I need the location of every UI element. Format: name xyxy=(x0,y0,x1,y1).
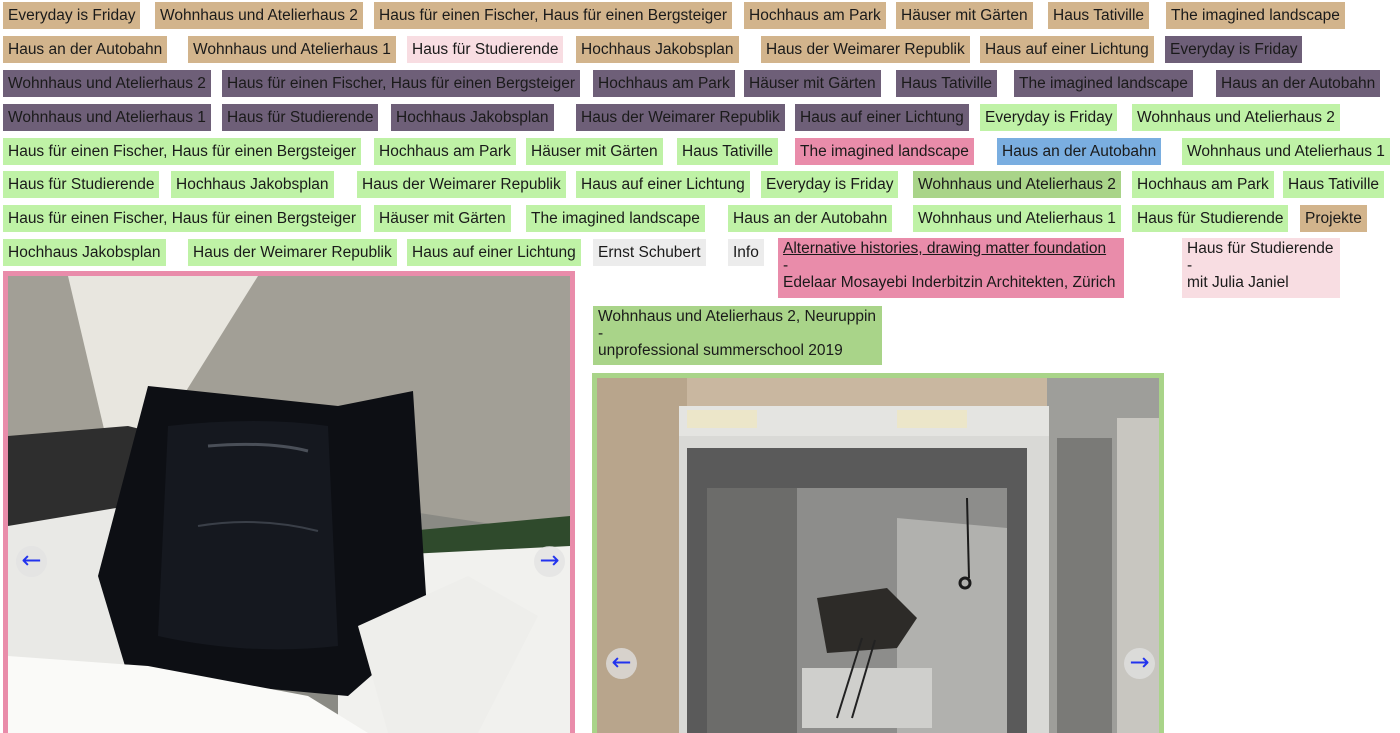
project-tag-hochhaus-jakobsplan[interactable]: Hochhaus Jakobsplan xyxy=(3,239,166,266)
project-tag-everyday-is-friday[interactable]: Everyday is Friday xyxy=(761,171,899,198)
caption-separator: - xyxy=(598,325,604,342)
slideshow-image-model-print xyxy=(597,378,1159,733)
project-tag-hochhaus-jakobsplan[interactable]: Hochhaus Jakobsplan xyxy=(576,36,739,63)
project-tag-projekte[interactable]: Projekte xyxy=(1300,205,1367,232)
project-tag-haus-der-weimarer-republik[interactable]: Haus der Weimarer Republik xyxy=(357,171,566,198)
project-tag-haeuser-mit-gaerten[interactable]: Häuser mit Gärten xyxy=(526,138,663,165)
project-tag-haeuser-mit-gaerten[interactable]: Häuser mit Gärten xyxy=(896,2,1033,29)
project-tag-info[interactable]: Info xyxy=(728,239,764,266)
project-tag-wohnhaus-und-atelierhaus-1[interactable]: Wohnhaus und Atelierhaus 1 xyxy=(188,36,396,63)
project-tag-haus-fuer-einen-fischer-haus-fuer-einen-bergsteiger[interactable]: Haus für einen Fischer, Haus für einen B… xyxy=(222,70,581,97)
caption-subtitle: mit Julia Janiel xyxy=(1187,274,1289,291)
project-tag-haus-auf-einer-lichtung[interactable]: Haus auf einer Lichtung xyxy=(407,239,581,266)
project-tag-everyday-is-friday[interactable]: Everyday is Friday xyxy=(1165,36,1303,63)
slideshow-left-prev-arrow[interactable]: ← xyxy=(16,546,47,577)
project-tag-wohnhaus-und-atelierhaus-1[interactable]: Wohnhaus und Atelierhaus 1 xyxy=(913,205,1121,232)
project-tag-haus-tativille[interactable]: Haus Tativille xyxy=(1283,171,1385,198)
project-tag-wohnhaus-und-atelierhaus-1[interactable]: Wohnhaus und Atelierhaus 1 xyxy=(1182,138,1390,165)
project-tag-haus-der-weimarer-republik[interactable]: Haus der Weimarer Republik xyxy=(761,36,970,63)
project-tag-haus-an-der-autobahn[interactable]: Haus an der Autobahn xyxy=(997,138,1162,165)
project-tag-the-imagined-landscape[interactable]: The imagined landscape xyxy=(1014,70,1193,97)
project-tag-hochhaus-jakobsplan[interactable]: Hochhaus Jakobsplan xyxy=(391,104,554,131)
project-tag-haus-fuer-einen-fischer-haus-fuer-einen-bergsteiger[interactable]: Haus für einen Fischer, Haus für einen B… xyxy=(3,205,362,232)
slideshow-left[interactable]: ← → xyxy=(3,271,575,733)
project-tag-haus-auf-einer-lichtung[interactable]: Haus auf einer Lichtung xyxy=(576,171,750,198)
project-tag-the-imagined-landscape[interactable]: The imagined landscape xyxy=(795,138,974,165)
project-tag-haus-tativille[interactable]: Haus Tativille xyxy=(677,138,779,165)
slideshow-right-prev-arrow[interactable]: ← xyxy=(606,648,637,679)
caption-title[interactable]: Haus für Studierende xyxy=(1187,240,1335,257)
project-tag-wohnhaus-und-atelierhaus-2[interactable]: Wohnhaus und Atelierhaus 2 xyxy=(913,171,1121,198)
project-tag-wohnhaus-und-atelierhaus-1[interactable]: Wohnhaus und Atelierhaus 1 xyxy=(3,104,211,131)
caption-subtitle: Edelaar Mosayebi Inderbitzin Architekten… xyxy=(783,274,1116,291)
project-caption-wohnhaus-neuruppin[interactable]: Wohnhaus und Atelierhaus 2, Neuruppin - … xyxy=(593,306,882,365)
caption-title[interactable]: Alternative histories, drawing matter fo… xyxy=(783,240,1119,257)
caption-separator: - xyxy=(1187,257,1193,274)
project-tag-wohnhaus-und-atelierhaus-2[interactable]: Wohnhaus und Atelierhaus 2 xyxy=(3,70,211,97)
project-tag-haus-fuer-studierende[interactable]: Haus für Studierende xyxy=(222,104,379,131)
project-tag-wohnhaus-und-atelierhaus-2[interactable]: Wohnhaus und Atelierhaus 2 xyxy=(1132,104,1340,131)
project-tag-haus-fuer-studierende[interactable]: Haus für Studierende xyxy=(407,36,564,63)
project-tag-haus-auf-einer-lichtung[interactable]: Haus auf einer Lichtung xyxy=(795,104,969,131)
project-tag-haus-tativille[interactable]: Haus Tativille xyxy=(1048,2,1150,29)
project-tag-haeuser-mit-gaerten[interactable]: Häuser mit Gärten xyxy=(744,70,881,97)
project-tag-everyday-is-friday[interactable]: Everyday is Friday xyxy=(980,104,1118,131)
project-tag-haus-auf-einer-lichtung[interactable]: Haus auf einer Lichtung xyxy=(980,36,1154,63)
project-tag-everyday-is-friday[interactable]: Everyday is Friday xyxy=(3,2,141,29)
project-tag-haus-fuer-studierende[interactable]: Haus für Studierende xyxy=(1132,205,1289,232)
project-tag-haus-an-der-autobahn[interactable]: Haus an der Autobahn xyxy=(1216,70,1381,97)
project-tag-wohnhaus-und-atelierhaus-2[interactable]: Wohnhaus und Atelierhaus 2 xyxy=(155,2,363,29)
project-tag-haus-an-der-autobahn[interactable]: Haus an der Autobahn xyxy=(728,205,893,232)
project-tag-hochhaus-jakobsplan[interactable]: Hochhaus Jakobsplan xyxy=(171,171,334,198)
project-caption-alternative-histories[interactable]: Alternative histories, drawing matter fo… xyxy=(778,238,1124,298)
project-tag-the-imagined-landscape[interactable]: The imagined landscape xyxy=(1166,2,1345,29)
slideshow-image-black-box xyxy=(8,276,570,733)
project-tag-hochhaus-am-park[interactable]: Hochhaus am Park xyxy=(1132,171,1274,198)
project-tag-haus-fuer-einen-fischer-haus-fuer-einen-bergsteiger[interactable]: Haus für einen Fischer, Haus für einen B… xyxy=(374,2,733,29)
project-tag-hochhaus-am-park[interactable]: Hochhaus am Park xyxy=(374,138,516,165)
project-tag-haus-an-der-autobahn[interactable]: Haus an der Autobahn xyxy=(3,36,168,63)
caption-title[interactable]: Wohnhaus und Atelierhaus 2, Neuruppin xyxy=(598,308,877,325)
slideshow-left-next-arrow[interactable]: → xyxy=(534,546,565,577)
project-tag-haus-fuer-studierende[interactable]: Haus für Studierende xyxy=(3,171,160,198)
caption-subtitle: unprofessional summerschool 2019 xyxy=(598,342,843,359)
project-tag-hochhaus-am-park[interactable]: Hochhaus am Park xyxy=(593,70,735,97)
caption-separator: - xyxy=(783,257,789,274)
project-tag-haus-der-weimarer-republik[interactable]: Haus der Weimarer Republik xyxy=(576,104,785,131)
project-tag-hochhaus-am-park[interactable]: Hochhaus am Park xyxy=(744,2,886,29)
project-tag-haus-der-weimarer-republik[interactable]: Haus der Weimarer Republik xyxy=(188,239,397,266)
project-caption-haus-fuer-studierende[interactable]: Haus für Studierende - mit Julia Janiel xyxy=(1182,238,1340,298)
project-tag-ernst-schubert[interactable]: Ernst Schubert xyxy=(593,239,706,266)
project-tag-haus-tativille[interactable]: Haus Tativille xyxy=(896,70,998,97)
project-tag-haeuser-mit-gaerten[interactable]: Häuser mit Gärten xyxy=(374,205,511,232)
project-tag-haus-fuer-einen-fischer-haus-fuer-einen-bergsteiger[interactable]: Haus für einen Fischer, Haus für einen B… xyxy=(3,138,362,165)
project-tag-the-imagined-landscape[interactable]: The imagined landscape xyxy=(526,205,705,232)
slideshow-right-next-arrow[interactable]: → xyxy=(1124,648,1155,679)
slideshow-right[interactable]: ← → xyxy=(592,373,1164,733)
